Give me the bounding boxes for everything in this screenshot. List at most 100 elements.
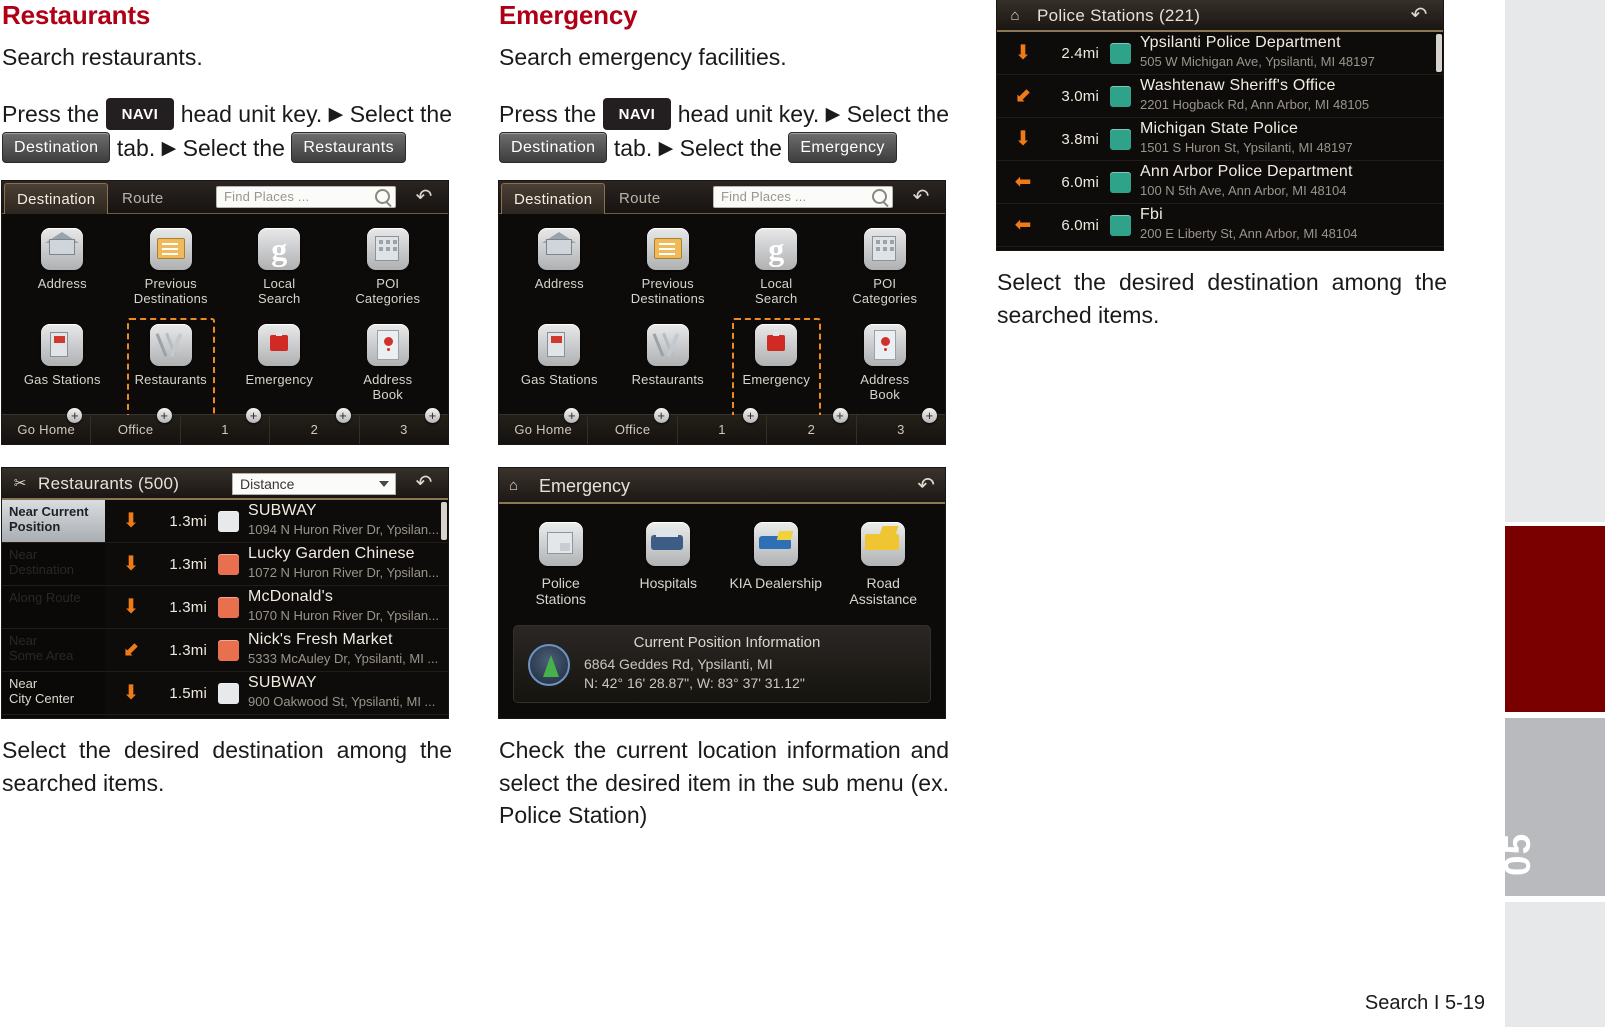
- tile-poi-categories[interactable]: POI Categories: [334, 222, 443, 318]
- tile-emergency-selected[interactable]: Emergency: [722, 318, 831, 418]
- column-restaurants: Restaurants Search restaurants. Press th…: [2, 0, 452, 799]
- find-places-input[interactable]: Find Places ...: [713, 186, 893, 208]
- quick-go-home[interactable]: Go Home +: [2, 408, 92, 444]
- instr-part5: Select the: [679, 134, 782, 161]
- plus-icon[interactable]: +: [922, 408, 938, 423]
- tab-route[interactable]: Route: [607, 183, 673, 214]
- plus-icon[interactable]: +: [246, 408, 262, 423]
- list-item[interactable]: ⬋ 3.0mi Washtenaw Sheriff's Office 2201 …: [997, 75, 1443, 118]
- back-icon[interactable]: ↶: [406, 471, 442, 495]
- side-item-along-route[interactable]: Along Route: [2, 586, 105, 629]
- quick-office[interactable]: Office +: [91, 408, 181, 444]
- side-item-near-destination[interactable]: Near Destination: [2, 543, 105, 586]
- side-item-near-current-position[interactable]: Near Current Position: [2, 500, 105, 543]
- list-item[interactable]: ⬋ 1.3mi Nick's Fresh Market 5333 McAuley…: [105, 629, 448, 672]
- house-icon: [41, 228, 84, 270]
- restaurants-rows: ⬇ 1.3mi SUBWAY 1094 N Huron River Dr, Yp…: [105, 500, 448, 718]
- tile-emergency[interactable]: Emergency: [225, 318, 334, 414]
- instr-part5: Select the: [182, 134, 285, 161]
- list-scrollbar[interactable]: [1436, 34, 1442, 72]
- chapter-number: 05: [1497, 832, 1538, 876]
- quick-slot-1[interactable]: 1 +: [180, 408, 271, 444]
- dealership-icon: [753, 522, 798, 566]
- tile-police-stations[interactable]: Police Stations: [507, 522, 615, 607]
- distance-value: 3.8mi: [1061, 130, 1099, 148]
- plus-icon[interactable]: +: [425, 408, 441, 423]
- quick-slot-2[interactable]: 2 +: [270, 408, 360, 444]
- quick-go-home[interactable]: Go Home +: [499, 408, 589, 444]
- plus-icon[interactable]: +: [653, 408, 669, 423]
- tile-poi-categories[interactable]: POI Categories: [831, 222, 940, 318]
- list-item[interactable]: ⬅ 6.0mi Ann Arbor Police Department 100 …: [997, 161, 1443, 204]
- plus-icon[interactable]: +: [564, 408, 580, 423]
- distance-value: 1.3mi: [169, 598, 207, 616]
- tile-gas-stations[interactable]: Gas Stations: [505, 318, 614, 414]
- tile-local-search[interactable]: Local Search: [225, 222, 334, 318]
- tile-restaurants[interactable]: Restaurants: [614, 318, 723, 414]
- plus-icon[interactable]: +: [156, 408, 172, 423]
- list-item[interactable]: ⬇ 1.3mi McDonald's 1070 N Huron River Dr…: [105, 586, 448, 629]
- back-icon[interactable]: ↶: [917, 473, 935, 498]
- side-item-near-some-area[interactable]: Near Some Area: [2, 629, 105, 672]
- find-places-input[interactable]: Find Places ...: [216, 186, 396, 208]
- list-title: Police Stations (221): [1037, 6, 1201, 25]
- back-icon[interactable]: ↶: [1401, 3, 1437, 27]
- plus-icon[interactable]: +: [743, 408, 759, 423]
- tile-restaurants-selected[interactable]: Restaurants: [117, 318, 226, 418]
- quick-office[interactable]: Office +: [588, 408, 678, 444]
- tab-route[interactable]: Route: [110, 183, 176, 214]
- quick-slot-1[interactable]: 1 +: [677, 408, 768, 444]
- list-scrollbar[interactable]: [441, 502, 447, 540]
- list-item[interactable]: ⬇ 1.5mi SUBWAY 900 Oakwood St, Ypsilanti…: [105, 672, 448, 715]
- tile-kia-dealership[interactable]: KIA Dealership: [722, 522, 830, 607]
- poi-address: 5333 McAuley Dr, Ypsilanti, MI ...: [248, 651, 439, 667]
- cutlery-icon: [149, 324, 192, 366]
- list-item[interactable]: ⬅ 6.0mi Fbi 200 E Liberty St, Ann Arbor,…: [997, 204, 1443, 247]
- quick-slot-2[interactable]: 2 +: [767, 408, 857, 444]
- poi-address: 1501 S Huron St, Ypsilanti, MI 48197: [1140, 140, 1353, 156]
- plus-icon[interactable]: +: [335, 408, 351, 423]
- column-emergency: Emergency Search emergency facilities. P…: [499, 0, 949, 832]
- tile-previous-destinations[interactable]: Previous Destinations: [614, 222, 723, 318]
- emergency-title: Emergency: [539, 476, 631, 496]
- tow-truck-icon: [861, 522, 906, 566]
- list-item[interactable]: ⬇ 2.4mi Ypsilanti Police Department 505 …: [997, 32, 1443, 75]
- tile-address[interactable]: Address: [8, 222, 117, 318]
- back-icon[interactable]: ↶: [903, 185, 939, 209]
- list-item[interactable]: ⬇ 3.8mi Michigan State Police 1501 S Hur…: [997, 118, 1443, 161]
- poi-name: Michigan State Police: [1140, 121, 1299, 138]
- direction-arrow-icon: ⬋: [122, 639, 140, 661]
- tile-road-assistance[interactable]: Road Assistance: [830, 522, 938, 607]
- sort-dropdown[interactable]: Distance: [232, 473, 396, 495]
- navi-key-chip: NAVI: [105, 97, 175, 130]
- tab-destination[interactable]: Destination: [4, 183, 109, 214]
- direction-arrow-icon: ⬇: [1014, 128, 1032, 150]
- plus-icon[interactable]: +: [832, 408, 848, 423]
- list-item[interactable]: ⬇ 1.3mi SUBWAY 1094 N Huron River Dr, Yp…: [105, 500, 448, 543]
- tile-label: Restaurants: [134, 372, 207, 387]
- tile-address-book[interactable]: Address Book: [334, 318, 443, 414]
- quick-slot-3[interactable]: 3 +: [359, 408, 448, 444]
- tile-address[interactable]: Address: [505, 222, 614, 318]
- quick-label: 1: [718, 422, 726, 437]
- chevron-down-icon: [379, 481, 389, 487]
- quick-slot-3[interactable]: 3 +: [856, 408, 945, 444]
- tile-address-book[interactable]: Address Book: [831, 318, 940, 414]
- police-caption: Select the desired destination among the…: [997, 269, 1447, 328]
- tile-label: Address Book: [363, 372, 413, 402]
- search-icon[interactable]: [872, 189, 887, 204]
- column-police-stations: ⌂ Police Stations (221) ↶ ⬇ 2.4mi Ypsila…: [997, 0, 1447, 331]
- direction-arrow-icon: ⬅: [1014, 214, 1032, 236]
- back-icon[interactable]: ↶: [406, 185, 442, 209]
- side-item-near-city-center[interactable]: Near City Center: [2, 672, 105, 715]
- plus-icon[interactable]: +: [67, 408, 83, 423]
- list-item[interactable]: ⬇ 1.3mi Lucky Garden Chinese 1072 N Huro…: [105, 543, 448, 586]
- direction-arrow-icon: ⬇: [122, 596, 140, 618]
- tile-hospitals[interactable]: Hospitals: [615, 522, 723, 607]
- tile-gas-stations[interactable]: Gas Stations: [8, 318, 117, 414]
- tile-local-search[interactable]: Local Search: [722, 222, 831, 318]
- direction-arrow-icon: ⬋: [1014, 85, 1032, 107]
- search-icon[interactable]: [375, 189, 390, 204]
- tile-previous-destinations[interactable]: Previous Destinations: [117, 222, 226, 318]
- tab-destination[interactable]: Destination: [501, 183, 606, 214]
